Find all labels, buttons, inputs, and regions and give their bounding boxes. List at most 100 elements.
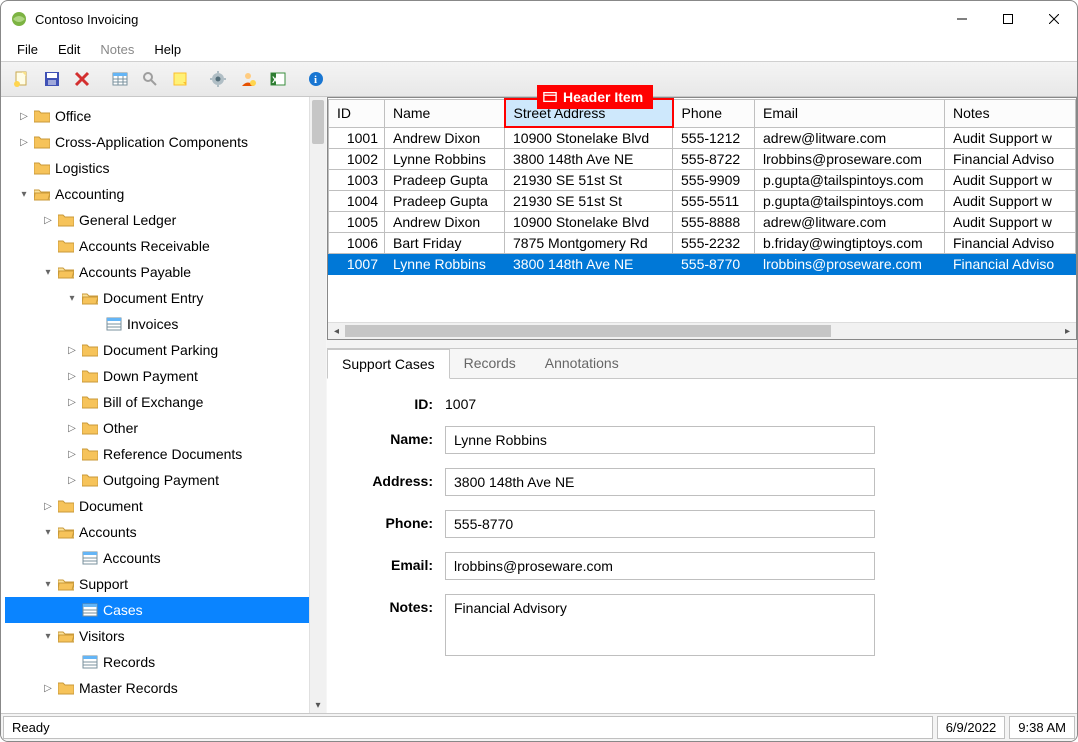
scrollbar-thumb[interactable] xyxy=(312,100,324,144)
expand-icon[interactable]: ▷ xyxy=(65,423,79,434)
new-button[interactable] xyxy=(8,65,36,93)
scroll-down-icon[interactable]: ▾ xyxy=(310,697,326,713)
cell-email[interactable]: lrobbins@proseware.com xyxy=(755,254,945,275)
cell-notes[interactable]: Audit Support w xyxy=(945,212,1076,233)
cell-street[interactable]: 7875 Montgomery Rd xyxy=(505,233,673,254)
expand-icon[interactable]: ▷ xyxy=(65,371,79,382)
tree-item-office[interactable]: Office xyxy=(55,108,99,124)
save-button[interactable] xyxy=(38,65,66,93)
cell-name[interactable]: Bart Friday xyxy=(385,233,505,254)
maximize-button[interactable] xyxy=(985,1,1031,37)
collapse-icon[interactable]: ▾ xyxy=(17,189,31,200)
tree-item-invoices[interactable]: Invoices xyxy=(127,316,186,332)
cell-notes[interactable]: Financial Adviso xyxy=(945,149,1076,170)
expand-icon[interactable]: ▷ xyxy=(17,137,31,148)
tree-item-accounts-payable[interactable]: Accounts Payable xyxy=(79,264,199,280)
info-button[interactable]: i xyxy=(302,65,330,93)
expand-icon[interactable]: ▷ xyxy=(65,449,79,460)
col-name[interactable]: Name xyxy=(385,99,505,127)
tab-support-cases[interactable]: Support Cases xyxy=(327,349,450,379)
scrollbar-thumb[interactable] xyxy=(345,325,831,337)
collapse-icon[interactable]: ▾ xyxy=(41,579,55,590)
navigation-tree[interactable]: ▷Office ▷Cross-Application Components ▷L… xyxy=(5,103,309,701)
cell-id[interactable]: 1001 xyxy=(329,127,385,149)
col-notes[interactable]: Notes xyxy=(945,99,1076,127)
cell-street[interactable]: 3800 148th Ave NE xyxy=(505,149,673,170)
tree-item-reference-documents[interactable]: Reference Documents xyxy=(103,446,250,462)
table-row[interactable]: 1006Bart Friday7875 Montgomery Rd555-223… xyxy=(329,233,1076,254)
tree-item-cases[interactable]: Cases xyxy=(103,602,151,618)
cell-notes[interactable]: Financial Adviso xyxy=(945,254,1076,275)
cell-id[interactable]: 1002 xyxy=(329,149,385,170)
user-button[interactable] xyxy=(234,65,262,93)
tree-item-visitors[interactable]: Visitors xyxy=(79,628,133,644)
cell-street[interactable]: 10900 Stonelake Blvd xyxy=(505,127,673,149)
table-row[interactable]: 1004Pradeep Gupta21930 SE 51st St555-551… xyxy=(329,191,1076,212)
tree-item-accounts[interactable]: Accounts xyxy=(79,524,145,540)
expand-icon[interactable]: ▷ xyxy=(41,215,55,226)
cell-name[interactable]: Pradeep Gupta xyxy=(385,170,505,191)
grid-horizontal-scrollbar[interactable]: ◂ ▸ xyxy=(328,322,1076,339)
tree-item-document-entry[interactable]: Document Entry xyxy=(103,290,211,306)
table-row[interactable]: 1001Andrew Dixon10900 Stonelake Blvd555-… xyxy=(329,127,1076,149)
cell-phone[interactable]: 555-8888 xyxy=(673,212,755,233)
tree-item-accounts-sub[interactable]: Accounts xyxy=(103,550,169,566)
cell-notes[interactable]: Audit Support w xyxy=(945,191,1076,212)
menu-help[interactable]: Help xyxy=(144,40,191,59)
tree-item-accounting[interactable]: Accounting xyxy=(55,186,132,202)
table-row[interactable]: 1003Pradeep Gupta21930 SE 51st St555-990… xyxy=(329,170,1076,191)
horizontal-splitter[interactable] xyxy=(327,340,1077,348)
cell-name[interactable]: Pradeep Gupta xyxy=(385,191,505,212)
tab-annotations[interactable]: Annotations xyxy=(531,349,634,378)
cell-id[interactable]: 1005 xyxy=(329,212,385,233)
scroll-right-icon[interactable]: ▸ xyxy=(1059,326,1076,337)
menu-file[interactable]: File xyxy=(7,40,48,59)
tree-item-records[interactable]: Records xyxy=(103,654,163,670)
menu-edit[interactable]: Edit xyxy=(48,40,90,59)
cell-id[interactable]: 1003 xyxy=(329,170,385,191)
tree-item-bill-of-exchange[interactable]: Bill of Exchange xyxy=(103,394,211,410)
input-notes[interactable] xyxy=(445,594,875,656)
collapse-icon[interactable]: ▾ xyxy=(41,267,55,278)
cell-street[interactable]: 21930 SE 51st St xyxy=(505,191,673,212)
tree-item-other[interactable]: Other xyxy=(103,420,146,436)
cell-email[interactable]: adrew@litware.com xyxy=(755,212,945,233)
cell-name[interactable]: Andrew Dixon xyxy=(385,212,505,233)
tree-item-outgoing-payment[interactable]: Outgoing Payment xyxy=(103,472,227,488)
cell-phone[interactable]: 555-8722 xyxy=(673,149,755,170)
cell-notes[interactable]: Audit Support w xyxy=(945,170,1076,191)
cell-street[interactable]: 10900 Stonelake Blvd xyxy=(505,212,673,233)
expand-icon[interactable]: ▷ xyxy=(65,345,79,356)
tree-item-support[interactable]: Support xyxy=(79,576,136,592)
cell-phone[interactable]: 555-5511 xyxy=(673,191,755,212)
tree-item-document-parking[interactable]: Document Parking xyxy=(103,342,226,358)
cell-notes[interactable]: Financial Adviso xyxy=(945,233,1076,254)
cell-id[interactable]: 1007 xyxy=(329,254,385,275)
cell-street[interactable]: 21930 SE 51st St xyxy=(505,170,673,191)
cell-phone[interactable]: 555-1212 xyxy=(673,127,755,149)
input-phone[interactable] xyxy=(445,510,875,538)
tree-item-document[interactable]: Document xyxy=(79,498,151,514)
table-row[interactable]: 1002Lynne Robbins3800 148th Ave NE555-87… xyxy=(329,149,1076,170)
excel-button[interactable]: X xyxy=(264,65,292,93)
data-grid[interactable]: ID Name Street Address Phone Email Notes… xyxy=(327,97,1077,340)
expand-icon[interactable]: ▷ xyxy=(17,111,31,122)
scroll-left-icon[interactable]: ◂ xyxy=(328,326,345,337)
note-button[interactable] xyxy=(166,65,194,93)
search-button[interactable] xyxy=(136,65,164,93)
close-button[interactable] xyxy=(1031,1,1077,37)
tree-item-accounts-receivable[interactable]: Accounts Receivable xyxy=(79,238,218,254)
cell-phone[interactable]: 555-8770 xyxy=(673,254,755,275)
cell-email[interactable]: p.gupta@tailspintoys.com xyxy=(755,191,945,212)
cell-phone[interactable]: 555-9909 xyxy=(673,170,755,191)
menu-notes[interactable]: Notes xyxy=(90,40,144,59)
tree-item-general-ledger[interactable]: General Ledger xyxy=(79,212,184,228)
cell-id[interactable]: 1004 xyxy=(329,191,385,212)
collapse-icon[interactable]: ▾ xyxy=(41,527,55,538)
settings-button[interactable] xyxy=(204,65,232,93)
cell-name[interactable]: Lynne Robbins xyxy=(385,149,505,170)
expand-icon[interactable]: ▷ xyxy=(41,683,55,694)
cell-street[interactable]: 3800 148th Ave NE xyxy=(505,254,673,275)
cell-email[interactable]: b.friday@wingtiptoys.com xyxy=(755,233,945,254)
expand-icon[interactable]: ▷ xyxy=(65,475,79,486)
